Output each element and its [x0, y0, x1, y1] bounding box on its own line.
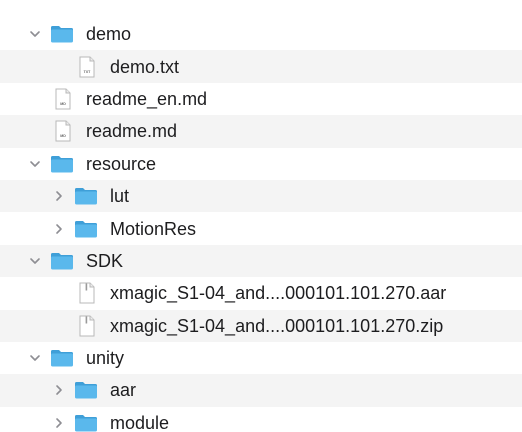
folder-icon [74, 413, 98, 432]
file-name-label: demo [86, 24, 132, 45]
file-row-xmagic-s1-04-and-000101-101-270-aar[interactable]: xmagic_S1-04_and....000101.101.270.aar [0, 277, 522, 309]
svg-text:MD: MD [60, 134, 66, 138]
file-row-demo[interactable]: demo [0, 18, 522, 50]
file-name-label: readme.md [86, 121, 178, 142]
file-name-label: xmagic_S1-04_and....000101.101.270.aar [110, 283, 447, 304]
chevron-right-icon[interactable] [52, 222, 66, 236]
file-row-aar[interactable]: aar [0, 374, 522, 407]
file-row-xmagic-s1-04-and-000101-101-270-zip[interactable]: xmagic_S1-04_and....000101.101.270.zip [0, 309, 522, 342]
file-name-label: readme_en.md [86, 88, 208, 109]
archive-file-icon [78, 315, 96, 337]
document-file-icon: MD [54, 120, 72, 142]
file-name-label: module [110, 412, 170, 432]
chevron-right-icon[interactable] [52, 189, 66, 203]
folder-icon [74, 380, 98, 400]
chevron-down-icon[interactable] [28, 254, 42, 268]
svg-text:MD: MD [60, 102, 66, 106]
folder-icon [50, 154, 74, 174]
file-name-label: aar [110, 380, 137, 401]
file-row-unity[interactable]: unity [0, 342, 522, 374]
folder-icon [50, 348, 74, 368]
file-row-lut[interactable]: lut [0, 179, 522, 213]
file-row-motionres[interactable]: MotionRes [0, 212, 522, 244]
chevron-down-icon[interactable] [28, 157, 42, 171]
svg-text:TXT: TXT [84, 70, 92, 74]
file-row-demo-txt[interactable]: TXT demo.txt [0, 50, 522, 83]
file-name-label: MotionRes [110, 218, 197, 239]
archive-file-icon [78, 282, 96, 304]
file-row-sdk[interactable]: SDK [0, 244, 522, 278]
finder-list-view: demo TXT demo.txt MD readme_en.md MD readme.md… [0, 0, 522, 432]
file-name-label: resource [86, 153, 157, 174]
file-row-module[interactable]: module [0, 407, 522, 432]
folder-icon [74, 219, 98, 239]
document-file-icon: MD [54, 88, 72, 110]
chevron-down-icon[interactable] [28, 27, 42, 41]
file-row-resource[interactable]: resource [0, 148, 522, 180]
chevron-right-icon[interactable] [52, 383, 66, 397]
file-name-label: lut [110, 186, 130, 207]
chevron-right-icon[interactable] [52, 416, 66, 430]
document-file-icon: TXT [78, 56, 96, 78]
file-name-label: demo.txt [110, 56, 180, 77]
file-row-readme-md[interactable]: MD readme.md [0, 115, 522, 148]
chevron-down-icon[interactable] [28, 351, 42, 365]
folder-icon [50, 24, 74, 44]
file-row-readme-en-md[interactable]: MD readme_en.md [0, 83, 522, 115]
folder-icon [50, 251, 74, 271]
file-name-label: SDK [86, 250, 124, 271]
file-list: demo TXT demo.txt MD readme_en.md MD readme.md… [0, 18, 522, 432]
file-name-label: unity [86, 348, 125, 369]
file-name-label: xmagic_S1-04_and....000101.101.270.zip [110, 315, 444, 336]
folder-icon [74, 186, 98, 206]
